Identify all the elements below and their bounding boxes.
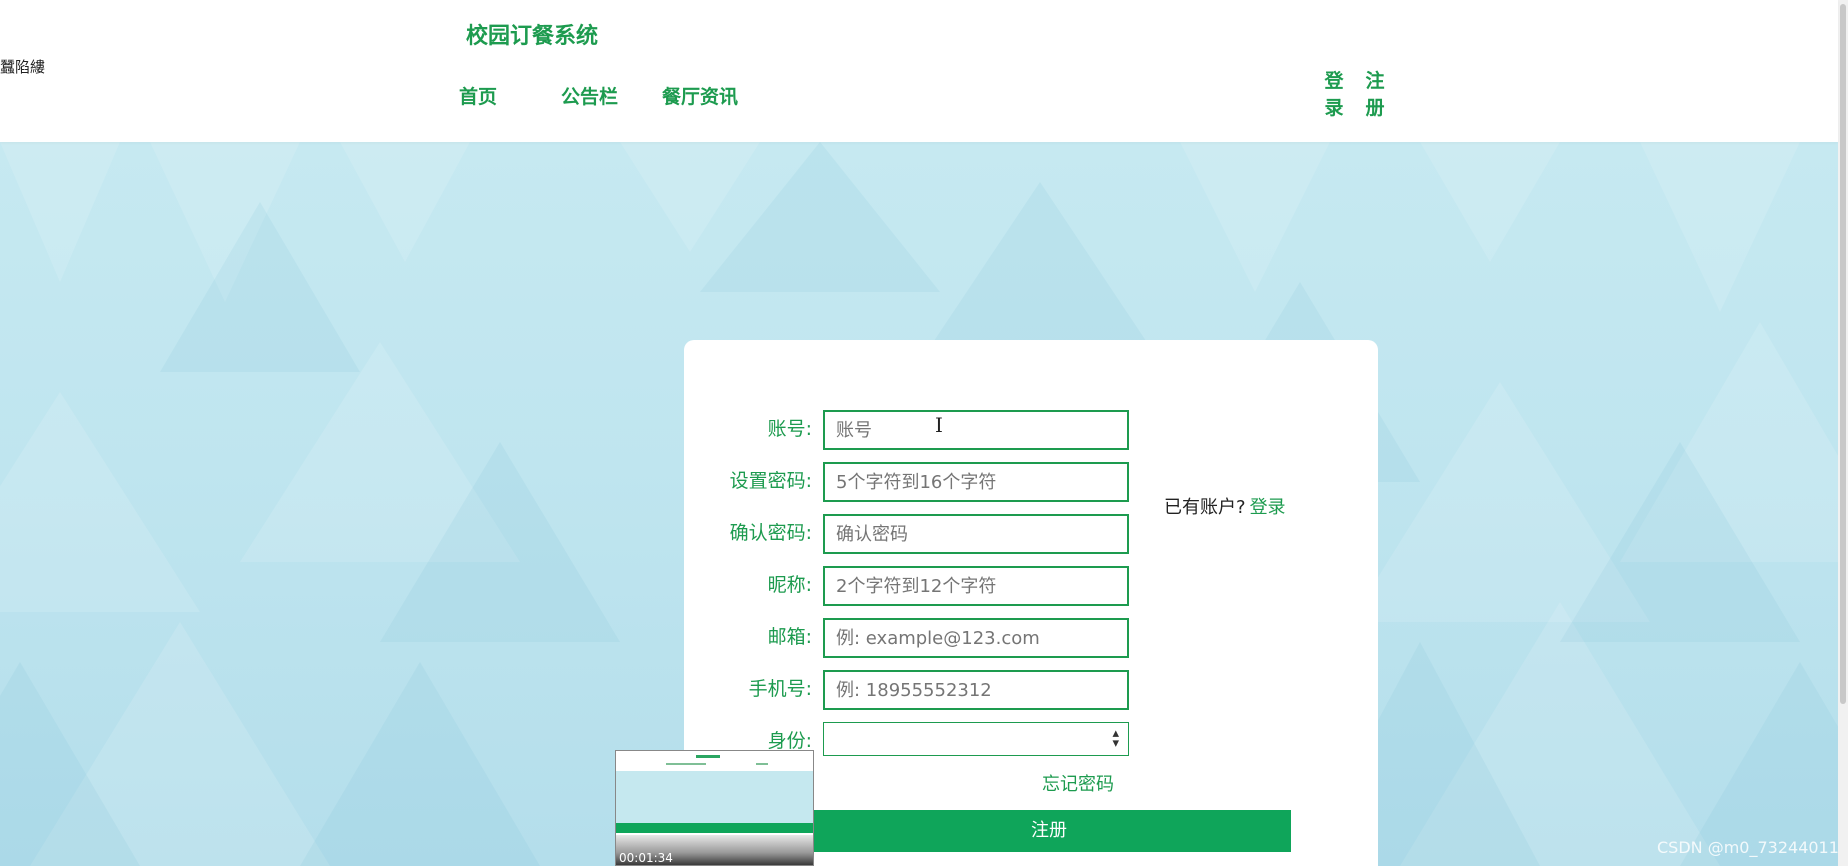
nav-home[interactable]: 首页 [459,82,497,109]
email-label: 邮箱: [767,626,812,648]
text-cursor-icon: I [935,413,943,437]
forgot-password-link[interactable]: 忘记密码 [1042,770,1114,796]
email-input[interactable] [823,618,1129,658]
nickname-label: 昵称: [767,574,812,596]
confirm-password-input[interactable] [823,514,1129,554]
video-timestamp: 00:01:34 [619,851,673,865]
have-account-prompt: 已有账户? 登录 [1164,493,1286,519]
thumbnail-background [616,771,813,826]
nav-notice-board[interactable]: 公告栏 [561,82,618,109]
password-label: 设置密码: [729,470,812,492]
thumbnail-auth-mark [756,763,768,765]
site-title[interactable]: 校园订餐系统 [466,18,598,50]
csdn-watermark: CSDN @m0_73244011 [1657,838,1839,857]
thumbnail-nav-mark [666,763,706,765]
header-register-link[interactable]: 注册 [1362,68,1388,122]
vertical-scrollbar[interactable] [1838,0,1848,866]
thumbnail-button-mark [616,823,813,833]
login-link[interactable]: 登录 [1250,497,1286,518]
cut-off-text: 蠶陷縷 [0,58,46,76]
scrollbar-thumb[interactable] [1840,4,1846,704]
account-label: 账号: [767,418,812,440]
register-submit-button[interactable]: 注册 [807,810,1291,852]
nav-restaurant-news[interactable]: 餐厅资讯 [662,82,738,109]
role-label: 身份: [767,730,812,752]
have-account-text: 已有账户? [1164,497,1246,518]
header-login-link[interactable]: 登录 [1321,68,1347,122]
video-thumbnail[interactable]: 00:01:34 [615,750,814,866]
phone-input[interactable] [823,670,1129,710]
phone-label: 手机号: [748,678,812,700]
thumbnail-title-mark [696,755,720,758]
role-select[interactable]: ▴ ▾ [823,722,1129,756]
nickname-input[interactable] [823,566,1129,606]
confirm-password-label: 确认密码: [729,522,812,544]
updown-arrow-icon: ▴ ▾ [1112,726,1119,751]
password-input[interactable] [823,462,1129,502]
top-header: 蠶陷縷 校园订餐系统 首页 公告栏 餐厅资讯 登录 注册 [0,0,1838,142]
account-input[interactable] [823,410,1129,450]
